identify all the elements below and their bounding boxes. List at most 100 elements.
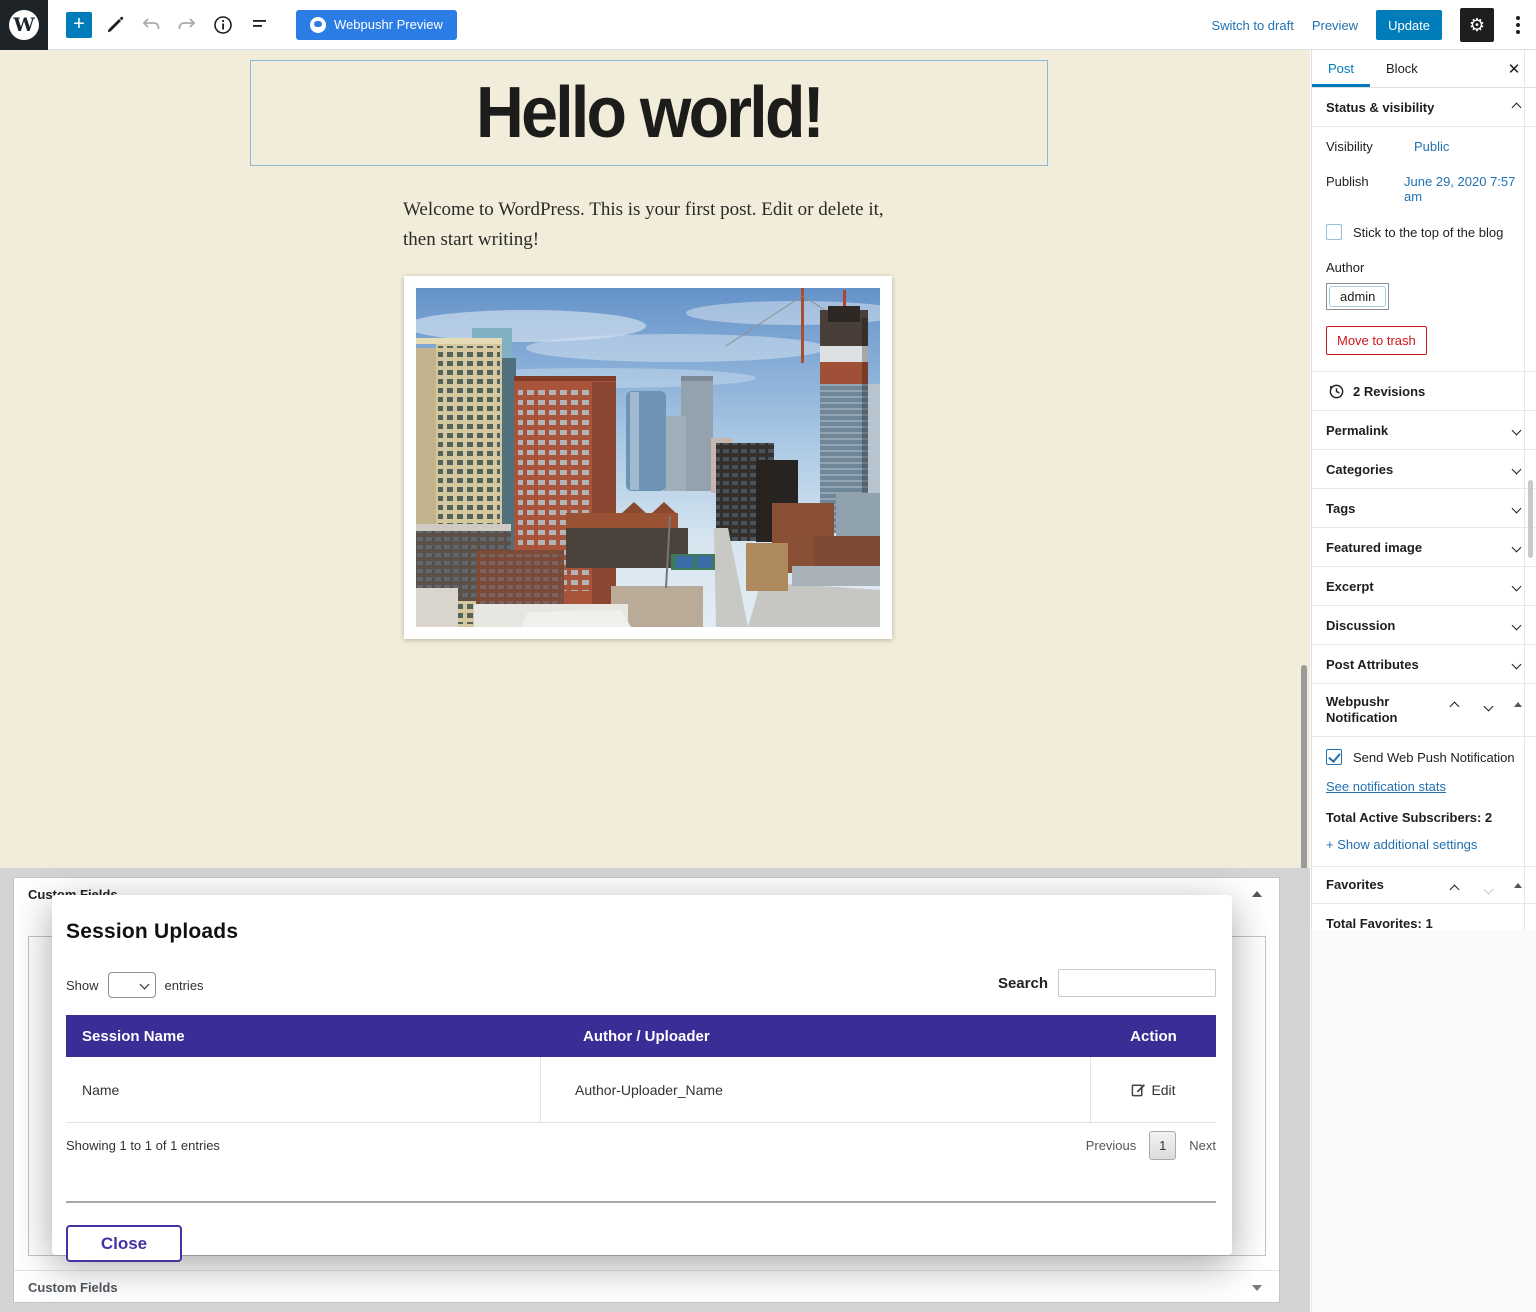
post-image-block[interactable]	[404, 276, 892, 639]
main-scrollbar-thumb[interactable]	[1301, 665, 1307, 868]
close-button[interactable]: Close	[66, 1225, 182, 1262]
post-title[interactable]: Hello world!	[476, 72, 822, 154]
move-down-button-disabled[interactable]	[1485, 881, 1492, 897]
more-options-button[interactable]	[1512, 10, 1524, 40]
close-sidebar-button[interactable]: ✕	[1504, 59, 1524, 79]
sidebar-panel-excerpt[interactable]: Excerpt	[1312, 567, 1536, 606]
sidebar-empty-area	[1311, 930, 1536, 1312]
status-visibility-header[interactable]: Status & visibility	[1312, 88, 1536, 127]
show-label: Show	[66, 978, 99, 993]
close-icon: ✕	[1508, 60, 1521, 78]
panel-label: Post Attributes	[1326, 657, 1419, 672]
sidebar-scrollbar-thumb[interactable]	[1528, 480, 1533, 558]
chevron-down-icon	[1512, 503, 1522, 513]
webpushr-preview-button[interactable]: Webpushr Preview	[296, 10, 457, 40]
sidebar-panel-featured-image[interactable]: Featured image	[1312, 528, 1536, 567]
chevron-down-icon	[1512, 464, 1522, 474]
cell-author-uploader: Author-Uploader_Name	[541, 1057, 1091, 1122]
clock-history-icon	[1328, 383, 1345, 400]
entries-label: entries	[165, 978, 204, 993]
list-view-icon	[249, 16, 269, 34]
next-button[interactable]: Next	[1189, 1138, 1216, 1153]
column-header-session-name: Session Name	[66, 1028, 541, 1045]
panel-label: Discussion	[1326, 618, 1395, 633]
send-push-row: Send Web Push Notification	[1326, 749, 1522, 765]
undo-button[interactable]	[138, 12, 164, 38]
webpushr-panel-title: Webpushr Notification	[1326, 694, 1436, 726]
author-label: Author	[1326, 260, 1522, 275]
panel-label: Tags	[1326, 501, 1355, 516]
show-additional-settings-link[interactable]: + Show additional settings	[1326, 837, 1477, 852]
revisions-label: 2 Revisions	[1353, 384, 1425, 399]
toolbar-right-group: Switch to draft Preview Update ⚙	[1211, 0, 1524, 50]
details-button[interactable]	[210, 12, 236, 38]
custom-fields-footer-header[interactable]: Custom Fields	[14, 1270, 1279, 1303]
search-control: Search	[998, 969, 1216, 997]
preview-link[interactable]: Preview	[1312, 18, 1358, 33]
tab-post[interactable]: Post	[1312, 50, 1370, 87]
column-header-author-uploader: Author / Uploader	[541, 1028, 1091, 1045]
switch-to-draft-link[interactable]: Switch to draft	[1211, 18, 1293, 33]
edit-button[interactable]: Edit	[1091, 1082, 1216, 1098]
edit-tool-button[interactable]	[102, 12, 128, 38]
previous-button[interactable]: Previous	[1086, 1138, 1137, 1153]
page-1-button[interactable]: 1	[1149, 1131, 1176, 1160]
move-up-button[interactable]	[1451, 881, 1458, 897]
table-row: Name Author-Uploader_Name Edit	[66, 1057, 1216, 1123]
entries-select[interactable]	[108, 972, 156, 998]
tab-block[interactable]: Block	[1370, 50, 1434, 87]
settings-button[interactable]: ⚙	[1460, 8, 1494, 42]
plus-icon: +	[73, 13, 85, 35]
session-uploads-modal: Session Uploads Show entries Search Sess…	[52, 895, 1232, 1255]
toggle-panel-icon[interactable]	[1514, 702, 1522, 707]
send-push-checkbox[interactable]	[1326, 749, 1342, 765]
toggle-panel-icon[interactable]	[1514, 883, 1522, 888]
stick-to-top-row: Stick to the top of the blog	[1326, 224, 1522, 240]
post-paragraph[interactable]: Welcome to WordPress. This is your first…	[403, 195, 903, 255]
collapse-down-icon[interactable]	[1252, 1285, 1262, 1291]
publish-row: Publish June 29, 2020 7:57 am	[1326, 174, 1522, 204]
notification-stats-link[interactable]: See notification stats	[1326, 779, 1446, 794]
publish-label: Publish	[1326, 174, 1404, 204]
favorites-panel-title: Favorites	[1326, 877, 1384, 892]
sidebar-panel-permalink[interactable]: Permalink	[1312, 411, 1536, 450]
sidebar-panel-tags[interactable]: Tags	[1312, 489, 1536, 528]
move-down-button[interactable]	[1485, 698, 1492, 714]
author-select[interactable]: admin	[1326, 283, 1389, 310]
status-visibility-title: Status & visibility	[1326, 100, 1434, 115]
publish-value[interactable]: June 29, 2020 7:57 am	[1404, 174, 1522, 204]
stick-to-top-checkbox[interactable]	[1326, 224, 1342, 240]
sidebar-panel-discussion[interactable]: Discussion	[1312, 606, 1536, 645]
wordpress-menu-button[interactable]: W	[0, 0, 48, 50]
favorites-header[interactable]: Favorites	[1312, 867, 1536, 904]
sidebar-panel-post-attributes[interactable]: Post Attributes	[1312, 645, 1536, 684]
sidebar-panel-categories[interactable]: Categories	[1312, 450, 1536, 489]
edit-pencil-icon	[1131, 1082, 1146, 1097]
post-title-block[interactable]: Hello world!	[250, 60, 1048, 166]
panel-label: Categories	[1326, 462, 1393, 477]
total-subscribers-text: Total Active Subscribers: 2	[1326, 810, 1522, 825]
redo-button[interactable]	[174, 12, 200, 38]
session-uploads-table: Session Name Author / Uploader Action Na…	[66, 1015, 1216, 1123]
toolbar-left-group: + Webpushr Preview	[48, 10, 457, 40]
chevron-up-icon	[1512, 102, 1522, 112]
stick-to-top-label: Stick to the top of the blog	[1353, 225, 1503, 240]
showing-entries-text: Showing 1 to 1 of 1 entries	[66, 1138, 220, 1153]
send-push-label: Send Web Push Notification	[1353, 750, 1515, 765]
webpushr-notification-header[interactable]: Webpushr Notification	[1312, 684, 1536, 737]
chevron-down-icon	[1512, 425, 1522, 435]
visibility-value[interactable]: Public	[1414, 139, 1449, 154]
update-button[interactable]: Update	[1376, 10, 1442, 40]
move-up-button[interactable]	[1451, 698, 1458, 714]
pencil-icon	[105, 15, 125, 35]
move-to-trash-button[interactable]: Move to trash	[1326, 326, 1427, 355]
total-favorites-text: Total Favorites: 1	[1326, 916, 1433, 931]
panel-label: Permalink	[1326, 423, 1388, 438]
search-input[interactable]	[1058, 969, 1216, 997]
list-view-button[interactable]	[246, 12, 272, 38]
column-header-action: Action	[1091, 1028, 1216, 1045]
collapse-up-icon[interactable]	[1252, 891, 1262, 897]
undo-icon	[140, 16, 162, 34]
add-block-button[interactable]: +	[66, 12, 92, 38]
revisions-row[interactable]: 2 Revisions	[1312, 372, 1536, 411]
